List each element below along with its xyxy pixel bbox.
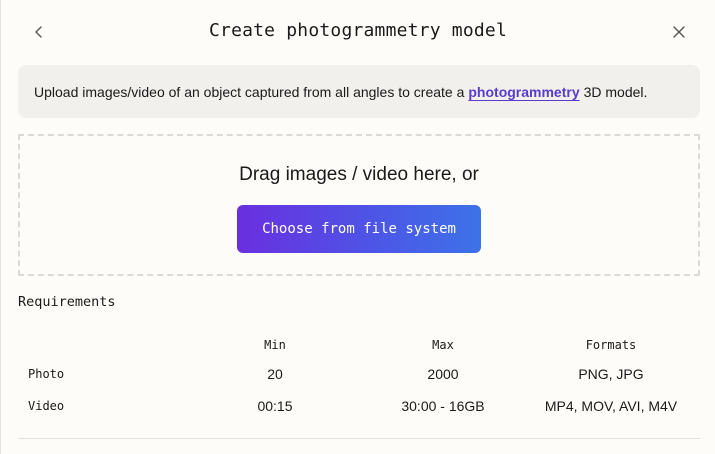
column-header-min: Min [264, 338, 286, 352]
video-formats: MP4, MOV, AVI, M4V [544, 398, 678, 414]
table-row-video: Video 00:15 30:00 - 16GB MP4, MOV, AVI, … [18, 391, 700, 421]
table-header-row: Min Max Formats [18, 330, 700, 360]
info-text-before: Upload images/video of an object capture… [34, 83, 465, 100]
column-header-formats: Formats [585, 338, 637, 352]
table-row-photo: Photo 20 2000 PNG, JPG [18, 359, 700, 389]
video-max: 30:00 - 16GB [401, 398, 485, 414]
row-label: Video [28, 399, 65, 413]
requirements-title: Requirements [18, 294, 116, 310]
column-header-max: Max [432, 338, 454, 352]
file-dropzone[interactable]: Drag images / video here, or Choose from… [18, 134, 700, 276]
photogrammetry-link[interactable]: photogrammetry [468, 84, 579, 100]
close-button[interactable] [665, 18, 693, 46]
close-icon [673, 26, 685, 38]
bottom-divider [18, 438, 700, 439]
photo-formats: PNG, JPG [578, 366, 644, 382]
row-label: Photo [28, 367, 65, 381]
photo-max: 2000 [427, 366, 459, 382]
dropzone-prompt: Drag images / video here, or [239, 164, 479, 185]
choose-file-button[interactable]: Choose from file system [237, 205, 481, 253]
video-min: 00:15 [257, 398, 293, 414]
info-banner: Upload images/video of an object capture… [18, 65, 700, 118]
photo-min: 20 [267, 366, 283, 382]
dialog-header: Create photogrammetry model [1, 0, 715, 64]
photogrammetry-dialog: Create photogrammetry model Upload image… [0, 0, 715, 454]
info-text-after: 3D model. [583, 83, 648, 100]
dialog-title: Create photogrammetry model [209, 20, 507, 41]
